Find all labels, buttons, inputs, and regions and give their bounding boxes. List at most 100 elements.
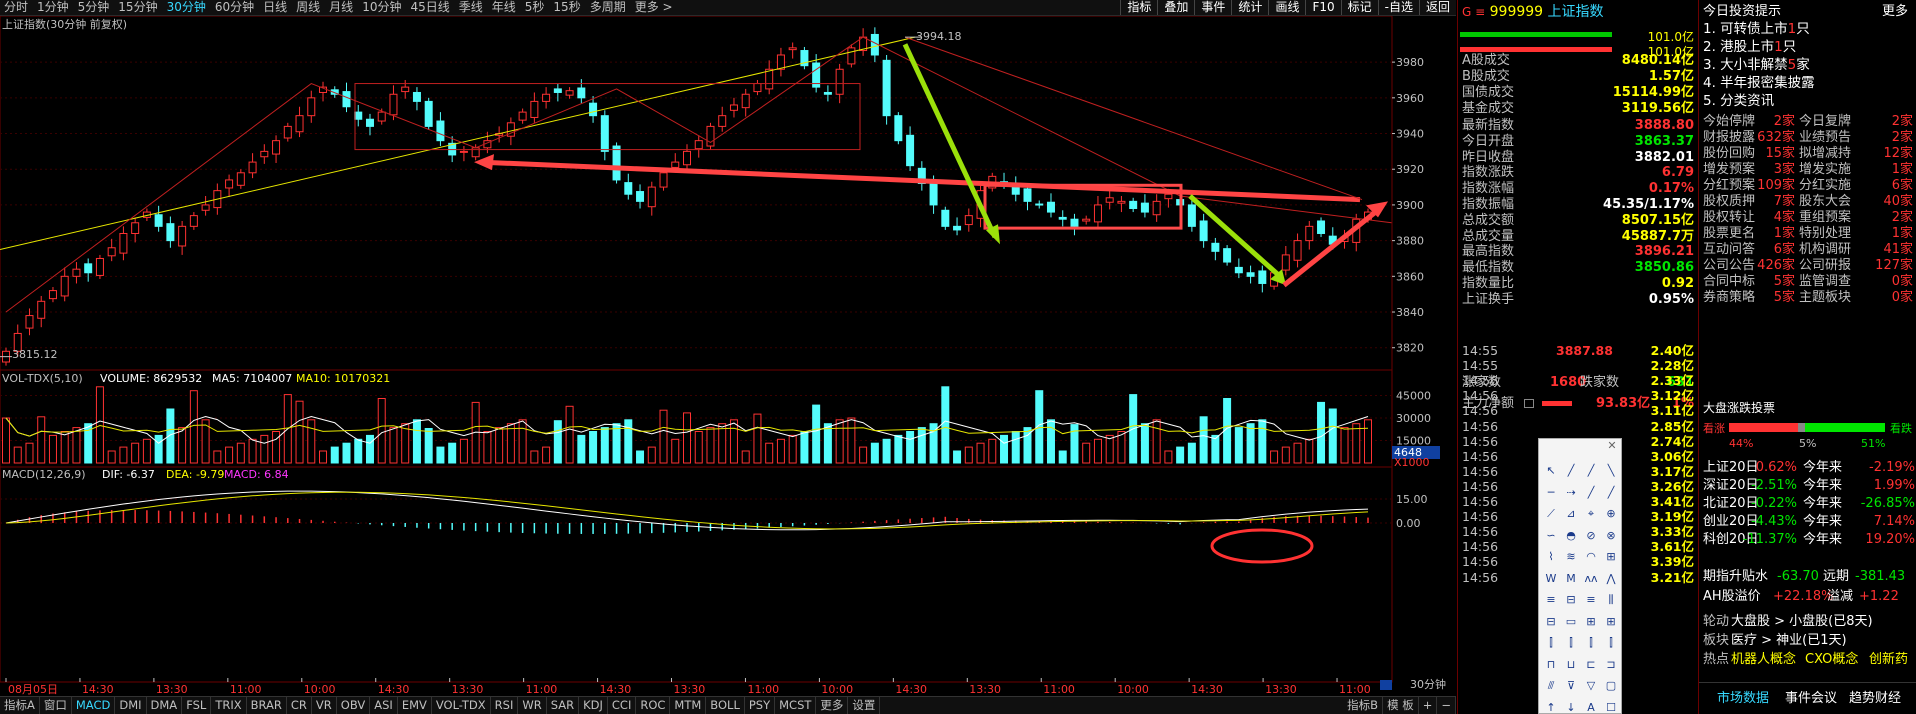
draw-tool-icon[interactable]: ≡ bbox=[1542, 592, 1560, 608]
footer-market-data[interactable]: 市场数据 bbox=[1717, 687, 1769, 706]
draw-tool-icon[interactable]: ⊟ bbox=[1562, 592, 1580, 608]
index-row[interactable]: 科创20日 -11.37% 今年来 19.20% bbox=[1699, 530, 1916, 549]
news-item[interactable]: 4. 半年报密集披露 bbox=[1703, 71, 1815, 91]
draw-tool-icon[interactable]: ▢ bbox=[1602, 678, 1620, 694]
period-tab-8[interactable]: 月线 bbox=[325, 0, 358, 15]
tool-button-1[interactable]: 叠加 bbox=[1157, 0, 1194, 15]
period-tab-16[interactable]: 更多 > bbox=[631, 0, 678, 15]
indicator-tab-17[interactable]: KDJ bbox=[579, 697, 608, 714]
period-tab-10[interactable]: 45日线 bbox=[406, 0, 454, 15]
draw-tool-icon[interactable]: ⫼ bbox=[1602, 592, 1620, 608]
period-tab-4[interactable]: 30分钟 bbox=[163, 0, 211, 15]
hot-item-cxo[interactable]: CXO概念 bbox=[1805, 650, 1858, 669]
period-tab-12[interactable]: 年线 bbox=[488, 0, 521, 15]
draw-tool-icon[interactable]: ⟋ bbox=[1542, 506, 1560, 522]
tool-button-2[interactable]: 事件 bbox=[1194, 0, 1231, 15]
draw-tool-icon[interactable]: A bbox=[1582, 700, 1600, 714]
indicator-tab-22[interactable]: PSY bbox=[745, 697, 776, 714]
index-row[interactable]: 创业20日 -4.43% 今年来 7.14% bbox=[1699, 512, 1916, 531]
indicator-tab-23[interactable]: MCST bbox=[775, 697, 817, 714]
draw-tool-icon[interactable]: M bbox=[1562, 571, 1580, 587]
period-tab-0[interactable]: 分时 bbox=[0, 0, 33, 15]
hot-item-robot[interactable]: 机器人概念 bbox=[1731, 650, 1796, 669]
draw-tool-icon[interactable]: ⊘ bbox=[1582, 528, 1600, 544]
footer-events[interactable]: 事件会议 bbox=[1785, 687, 1837, 706]
indicator-tab-13[interactable]: VOL-TDX bbox=[432, 697, 491, 714]
draw-tool-icon[interactable]: ⊕ bbox=[1602, 506, 1620, 522]
tool-button-7[interactable]: -自选 bbox=[1377, 0, 1419, 15]
period-tab-3[interactable]: 15分钟 bbox=[114, 0, 162, 15]
draw-tool-icon[interactable]: ⫿ bbox=[1602, 635, 1620, 651]
draw-tool-icon[interactable]: ⌇ bbox=[1542, 549, 1560, 565]
draw-tool-icon[interactable]: ⊟ bbox=[1542, 614, 1560, 630]
stat-line[interactable]: 券商策略 5家 主题板块 0家 bbox=[1699, 288, 1916, 307]
draw-tool-icon[interactable]: ≋ bbox=[1562, 549, 1580, 565]
tool-button-6[interactable]: 标记 bbox=[1340, 0, 1378, 15]
draw-tool-icon[interactable]: ☐ bbox=[1602, 700, 1620, 714]
draw-tool-icon[interactable]: ◠ bbox=[1582, 549, 1600, 565]
draw-tool-icon[interactable]: ⊗ bbox=[1602, 528, 1620, 544]
indicator-tab-1[interactable]: 窗口 bbox=[40, 697, 72, 714]
indicator-tab-19[interactable]: ROC bbox=[636, 697, 671, 714]
news-item[interactable]: 2. 港股上市1只 bbox=[1703, 35, 1796, 55]
bottombar-right-0[interactable]: 指标B bbox=[1343, 697, 1384, 714]
indicator-tab-0[interactable]: 指标A bbox=[0, 697, 40, 714]
indicator-tab-14[interactable]: RSI bbox=[491, 697, 519, 714]
tool-button-8[interactable]: 返回 bbox=[1418, 0, 1456, 15]
draw-tool-icon[interactable]: ◓ bbox=[1562, 528, 1580, 544]
draw-tool-icon[interactable]: ⌖ bbox=[1582, 506, 1600, 522]
draw-tool-icon[interactable]: ─ bbox=[1542, 485, 1560, 501]
tool-button-3[interactable]: 统计 bbox=[1231, 0, 1268, 15]
kline-svg[interactable]: 3980 3960 3940 3920 3900 3880 3860 3840 3820 4500… bbox=[0, 16, 1456, 698]
draw-tool-icon[interactable]: ↖ bbox=[1542, 463, 1560, 479]
indicator-tab-20[interactable]: MTM bbox=[670, 697, 707, 714]
news-item[interactable]: 1. 可转债上市1只 bbox=[1703, 17, 1810, 37]
indicator-tab-4[interactable]: DMA bbox=[147, 697, 183, 714]
indicator-tab-15[interactable]: WR bbox=[518, 697, 547, 714]
period-tab-1[interactable]: 1分钟 bbox=[33, 0, 74, 15]
period-tab-9[interactable]: 10分钟 bbox=[358, 0, 406, 15]
draw-tool-icon[interactable]: ⫻ bbox=[1542, 678, 1560, 694]
indicator-tab-9[interactable]: VR bbox=[312, 697, 337, 714]
news-more-link[interactable]: 更多 bbox=[1882, 0, 1908, 19]
bottombar-right-2[interactable]: + bbox=[1419, 697, 1438, 714]
draw-tool-icon[interactable]: ↓ bbox=[1562, 700, 1580, 714]
draw-tool-icon[interactable]: W bbox=[1542, 571, 1560, 587]
indicator-tab-11[interactable]: ASI bbox=[370, 697, 398, 714]
indicator-tab-5[interactable]: FSL bbox=[182, 697, 212, 714]
draw-tool-icon[interactable]: ▭ bbox=[1562, 614, 1580, 630]
chart-area[interactable]: 3980 3960 3940 3920 3900 3880 3860 3840 3820 4500… bbox=[0, 16, 1456, 698]
news-item[interactable]: 3. 大小非解禁5家 bbox=[1703, 53, 1810, 73]
indicator-tab-12[interactable]: EMV bbox=[398, 697, 432, 714]
draw-tool-icon[interactable]: ↑ bbox=[1542, 700, 1560, 714]
indicator-tab-3[interactable]: DMI bbox=[115, 697, 147, 714]
vote-up-label[interactable]: 看涨 bbox=[1703, 420, 1725, 436]
indicator-tab-24[interactable]: 更多 bbox=[816, 697, 849, 714]
draw-tool-icon[interactable]: ⊞ bbox=[1602, 614, 1620, 630]
indicator-tab-8[interactable]: CR bbox=[287, 697, 312, 714]
draw-tool-icon[interactable]: ⫿ bbox=[1542, 635, 1560, 651]
vote-down-label[interactable]: 看跌 bbox=[1890, 420, 1912, 436]
indicator-tab-7[interactable]: BRAR bbox=[247, 697, 287, 714]
hot-item-drug[interactable]: 创新药 bbox=[1869, 650, 1908, 669]
draw-tool-icon[interactable]: ≡ bbox=[1582, 592, 1600, 608]
draw-tool-icon[interactable]: ╱ bbox=[1602, 485, 1620, 501]
draw-tool-icon[interactable]: ⊽ bbox=[1562, 678, 1580, 694]
indicator-tab-2[interactable]: MACD bbox=[72, 697, 116, 714]
period-tab-7[interactable]: 周线 bbox=[292, 0, 325, 15]
tool-button-0[interactable]: 指标 bbox=[1120, 0, 1157, 15]
draw-tool-icon[interactable]: ⊞ bbox=[1582, 614, 1600, 630]
draw-tool-icon[interactable]: ʌʌ bbox=[1582, 571, 1600, 587]
indicator-tab-18[interactable]: CCI bbox=[608, 697, 637, 714]
draw-tool-icon[interactable]: ⋀ bbox=[1602, 571, 1620, 587]
draw-tool-icon[interactable]: ⊞ bbox=[1602, 549, 1620, 565]
bottombar-right-3[interactable]: − bbox=[1437, 697, 1456, 714]
draw-tool-icon[interactable]: ⊏ bbox=[1582, 657, 1600, 673]
index-row[interactable]: 上证20日 0.62% 今年来 -2.19% bbox=[1699, 458, 1916, 477]
tool-button-4[interactable]: 画线 bbox=[1268, 0, 1305, 15]
indicator-tab-21[interactable]: BOLL bbox=[706, 697, 745, 714]
draw-tool-icon[interactable]: ⊓ bbox=[1542, 657, 1560, 673]
draw-tool-icon[interactable]: ⇢ bbox=[1562, 485, 1580, 501]
indicator-tab-16[interactable]: SAR bbox=[547, 697, 580, 714]
draw-tool-icon[interactable]: ⫿ bbox=[1582, 635, 1600, 651]
